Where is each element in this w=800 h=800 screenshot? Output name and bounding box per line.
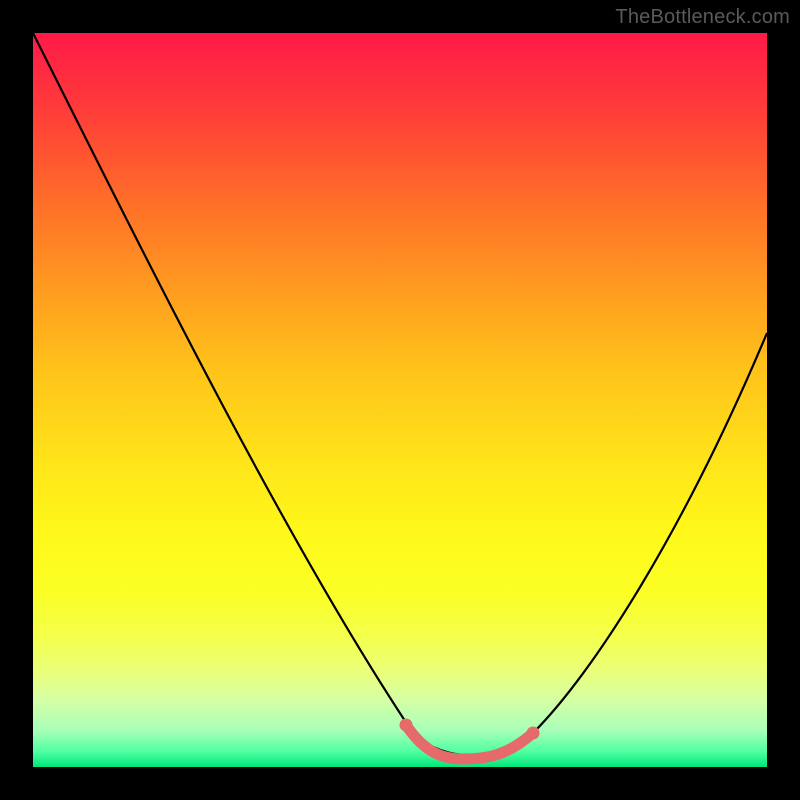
curve-layer: [33, 33, 767, 767]
plot-area: [33, 33, 767, 767]
attribution-text: TheBottleneck.com: [615, 6, 790, 29]
optimal-range-highlight: [406, 725, 533, 759]
highlight-dot-left: [400, 719, 413, 732]
highlight-dot-right: [527, 727, 540, 740]
bottleneck-curve: [33, 33, 767, 756]
chart-frame: TheBottleneck.com: [0, 0, 800, 800]
